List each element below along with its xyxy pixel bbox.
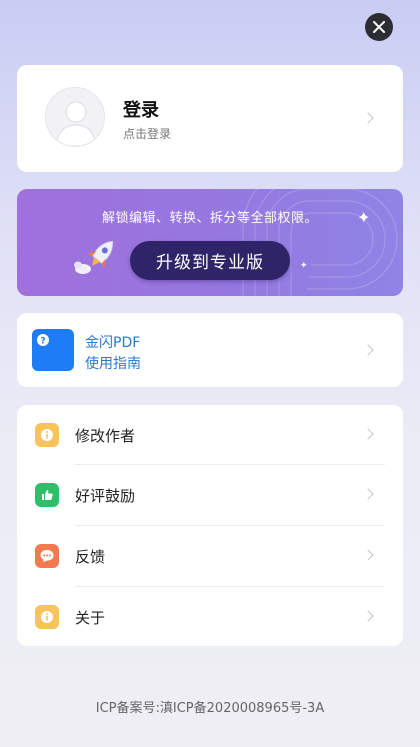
- login-card[interactable]: 登录 点击登录: [17, 65, 403, 172]
- thumbs-up-icon: [35, 483, 59, 507]
- guide-subtitle: 使用指南: [85, 356, 141, 372]
- login-title: 登录: [123, 100, 159, 121]
- menu-item-label: 反馈: [75, 548, 106, 566]
- promo-text: 解锁编辑、转换、拆分等全部权限。: [101, 211, 318, 226]
- close-button[interactable]: [365, 13, 393, 41]
- chevron-right-icon: [362, 344, 374, 356]
- sparkle-icon: ✦: [357, 208, 371, 227]
- info-icon: [35, 423, 59, 447]
- guide-title: 金闪PDF: [85, 335, 141, 351]
- user-guide-card[interactable]: ? 金闪PDF 使用指南: [17, 313, 403, 387]
- sparkle-icon: ✦: [300, 261, 308, 271]
- chevron-right-icon: [362, 112, 374, 124]
- menu-item-about[interactable]: 关于: [17, 587, 403, 647]
- close-icon: [373, 21, 385, 33]
- login-subtitle: 点击登录: [123, 127, 172, 141]
- rocket-icon: [74, 240, 114, 274]
- upgrade-promo-banner[interactable]: 解锁编辑、转换、拆分等全部权限。 升级到专业版 ✦ ✦: [17, 189, 403, 296]
- chat-bubble-icon: [35, 544, 59, 568]
- chevron-right-icon: [362, 488, 374, 500]
- menu-item-label: 好评鼓励: [75, 487, 136, 505]
- upgrade-button[interactable]: 升级到专业版: [130, 241, 290, 280]
- user-avatar-icon: [45, 87, 105, 147]
- icp-record-text[interactable]: ICP备案号:滇ICP备2020008965号-3A: [0, 697, 420, 716]
- menu-item-label: 关于: [75, 609, 106, 627]
- menu-item-rate-us[interactable]: 好评鼓励: [17, 465, 403, 525]
- menu-item-edit-author[interactable]: 修改作者: [17, 405, 403, 465]
- info-icon: [35, 605, 59, 629]
- question-book-icon: ?: [32, 329, 74, 371]
- chevron-right-icon: [362, 610, 374, 622]
- chevron-right-icon: [362, 428, 374, 440]
- menu-card: 修改作者 好评鼓励 反馈 关于: [17, 405, 403, 646]
- menu-item-feedback[interactable]: 反馈: [17, 526, 403, 586]
- svg-text:?: ?: [40, 337, 45, 347]
- chevron-right-icon: [362, 549, 374, 561]
- menu-item-label: 修改作者: [75, 427, 136, 445]
